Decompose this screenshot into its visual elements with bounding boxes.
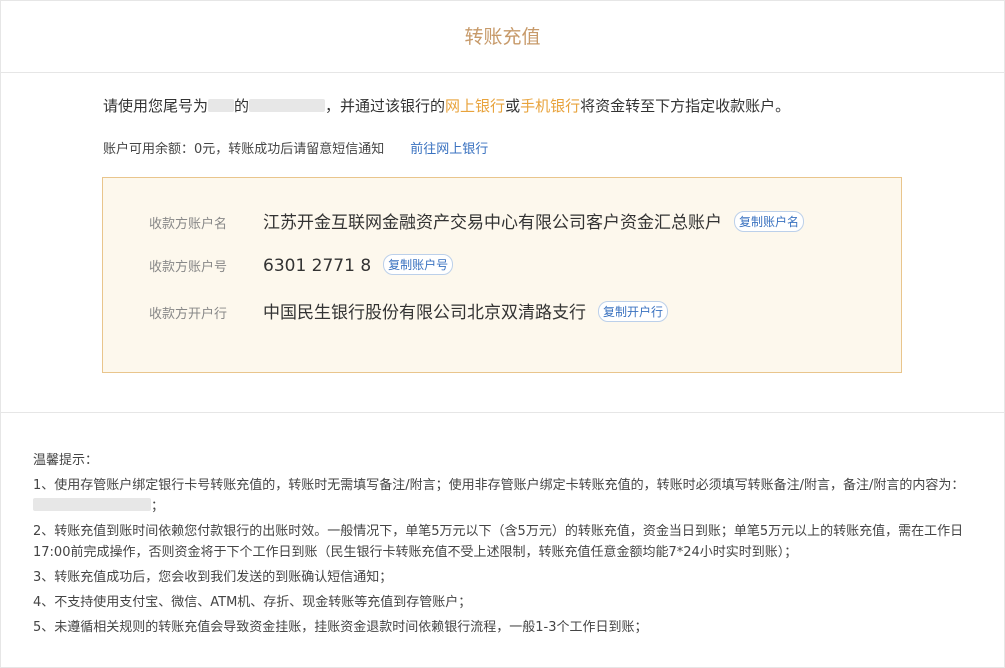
masked-card-tail [208, 99, 235, 112]
balance-text: 账户可用余额：0元，转账成功后请留意短信通知 [103, 142, 385, 157]
tip-1-text: 1、使用存管账户绑定银行卡号转账充值的，转账时无需填写备注/附言；使用非存管账户… [33, 478, 965, 493]
payee-number-label: 收款方账户号 [149, 260, 228, 275]
page-title: 转账充值 [464, 26, 541, 48]
instruction-mid: 的 [234, 97, 250, 115]
payee-number-row: 收款方账户号 6301 2771 8 复制账户号 [149, 254, 454, 276]
payee-bank-label: 收款方开户行 [149, 307, 228, 322]
section-divider [0, 412, 1005, 413]
header-divider [0, 72, 1005, 73]
payee-number-value: 6301 2771 8 [263, 256, 372, 276]
payee-bank-value: 中国民生银行股份有限公司北京双清路支行 [263, 303, 586, 323]
instruction-or: 或 [505, 97, 521, 115]
online-bank-text: 网上银行 [445, 97, 506, 115]
masked-remark-code [33, 498, 151, 511]
tip-item-5: 5、未遵循相关规则的转账充值会导致资金挂账，挂账资金退款时间依赖银行流程，一般1… [33, 620, 648, 635]
copy-account-number-button[interactable]: 复制账户号 [383, 254, 454, 275]
tip-1-end: ； [151, 499, 165, 514]
tip-item-3: 3、转账充值成功后，您会收到我们发送的到账确认短信通知； [33, 570, 393, 585]
tip-item-4: 4、不支持使用支付宝、微信、ATM机、存折、现金转账等充值到存管账户； [33, 595, 472, 610]
payee-bank-row: 收款方开户行 中国民生银行股份有限公司北京双清路支行 复制开户行 [149, 298, 669, 323]
payee-name-label: 收款方账户名 [149, 217, 228, 232]
payee-info-panel: 收款方账户名 江苏开金互联网金融资产交易中心有限公司客户资金汇总账户 复制账户名 收… [102, 177, 902, 373]
tip-item-1: 1、使用存管账户绑定银行卡号转账充值的，转账时无需填写备注/附言；使用非存管账户… [33, 475, 988, 517]
payee-name-row: 收款方账户名 江苏开金互联网金融资产交易中心有限公司客户资金汇总账户 复制账户名 [149, 208, 805, 233]
instruction-prefix: 请使用您尾号为 [103, 97, 209, 115]
copy-bank-branch-button[interactable]: 复制开户行 [598, 301, 669, 322]
payee-name-value: 江苏开金互联网金融资产交易中心有限公司客户资金汇总账户 [263, 213, 722, 233]
copy-account-name-button[interactable]: 复制账户名 [734, 211, 805, 232]
tips-heading: 温馨提示： [33, 453, 99, 468]
tips-section: 温馨提示： 1、使用存管账户绑定银行卡号转账充值的，转账时无需填写备注/附言；使… [33, 450, 988, 642]
masked-bank-name [249, 99, 326, 112]
mobile-bank-text: 手机银行 [520, 97, 581, 115]
balance-line: 账户可用余额：0元，转账成功后请留意短信通知 前往网上银行 [103, 138, 488, 157]
tip-item-2: 2、转账充值到账时间依赖您付款银行的出账时效。一般情况下，单笔5万元以下（含5万… [33, 524, 964, 560]
goto-online-bank-link[interactable]: 前往网上银行 [410, 142, 488, 157]
instruction-suffix-b: 将资金转至下方指定收款账户。 [580, 97, 791, 115]
transfer-instruction: 请使用您尾号为 的 ，并通过该银行的网上银行或手机银行将资金转至下方指定收款账户。 [103, 95, 790, 116]
instruction-suffix-a: ，并通过该银行的 [325, 97, 446, 115]
